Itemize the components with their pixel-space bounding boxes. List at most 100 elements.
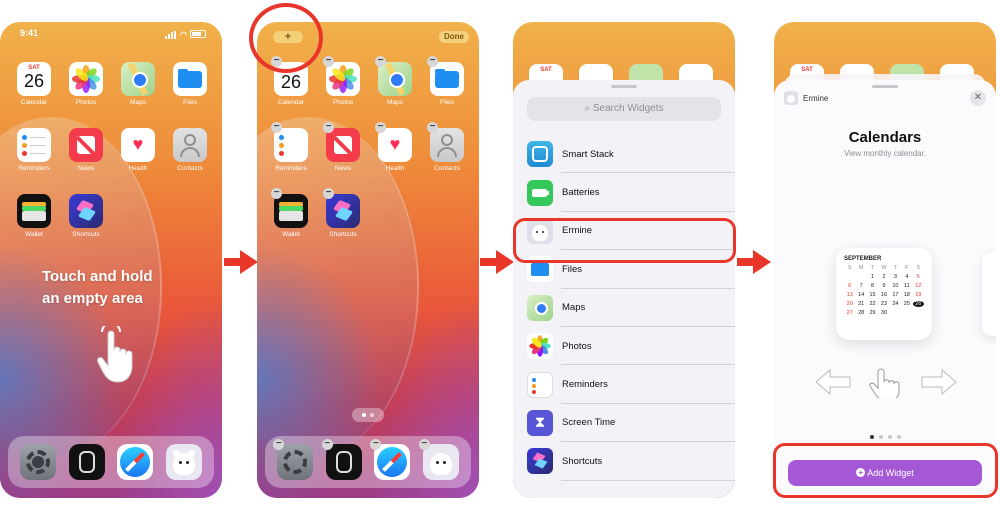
app-health[interactable]: − ♥ Health [375,122,415,172]
remove-icon[interactable]: − [271,188,282,199]
app-name: Ermine [803,93,829,103]
app-label: Health [385,165,405,172]
health-icon: ♥ [378,128,412,162]
remove-icon[interactable]: − [323,122,334,133]
calendar-date [890,310,901,316]
remove-icon[interactable]: − [418,439,430,450]
safari-icon[interactable] [117,444,154,480]
app-wallet[interactable]: Wallet [14,194,54,238]
calendar-date: 23 [880,301,888,307]
page-dot [869,435,874,439]
app-maps[interactable]: Maps [118,62,158,106]
search-widgets-input[interactable]: ⌕ Search Widgets [527,97,721,121]
app-maps[interactable]: − Maps [375,56,415,106]
battery-icon [190,30,206,38]
app-shortcuts[interactable]: Shortcuts [66,194,106,238]
app-reminders[interactable]: Reminders [14,128,54,172]
app-news[interactable]: − News [323,122,363,172]
photos-icon [527,333,553,360]
ermine-highlight-box [513,218,736,263]
calendar-date: 8 [871,283,875,289]
app-label: Wallet [25,231,43,238]
widget-label: Smart Stack [562,148,614,160]
app-photos[interactable]: Photos [66,62,106,106]
watch-icon[interactable]: − [321,439,362,480]
widget-row-screen-time[interactable]: ⧗ Screen Time [513,404,735,443]
app-news[interactable]: News [66,128,106,172]
calendar-date [901,310,912,316]
app-files[interactable]: − Files [427,56,467,106]
remove-icon[interactable]: − [323,56,334,67]
remove-icon[interactable]: − [321,439,333,450]
app-grid: SAT 26 Calendar Photos Maps Files Remind… [14,62,210,238]
app-label: Contacts [177,165,203,172]
remove-icon[interactable]: − [375,56,386,67]
wallet-icon [274,194,308,228]
app-photos[interactable]: − Photos [323,56,363,106]
app-grid: − 26 Calendar − Photos − Maps − Files − … [271,56,467,238]
sheet-grabber[interactable] [611,85,637,88]
widget-label: Maps [562,302,586,314]
page-dots[interactable] [352,408,384,422]
sheet-header: Ermine [784,91,828,105]
app-files[interactable]: Files [170,62,210,106]
watch-icon[interactable] [68,444,105,480]
widget-row-photos[interactable]: Photos [513,327,735,366]
app-label: Reminders [18,165,50,172]
app-label: Contacts [434,165,460,172]
settings-icon[interactable] [20,444,57,480]
widget-row-reminders[interactable]: Reminders [513,365,735,405]
app-wallet[interactable]: − Wallet [271,188,311,238]
app-label: Calendar [277,99,305,106]
safari-icon[interactable]: − [370,439,411,480]
widget-row-batteries[interactable]: Batteries [513,173,735,213]
close-button[interactable]: ✕ [970,90,986,106]
widget-row-maps[interactable]: Maps [513,289,735,328]
maps-icon [121,62,155,96]
app-reminders[interactable]: − Reminders [271,122,311,172]
weekday-label: S [916,265,921,271]
calendar-date: 17 [892,292,899,298]
remove-icon[interactable]: − [273,439,285,450]
remove-icon[interactable]: − [427,56,438,67]
calendar-widget-preview[interactable]: SEPTEMBER S M T W T F S 1 2 3 4 5 6 7 8 9 10 11 12 13 14 15 16… [836,248,932,340]
page-dot [362,413,366,417]
app-health[interactable]: ♥ Health [118,128,158,172]
sheet-grabber[interactable] [872,85,898,88]
page-dot [878,435,883,439]
widget-row-shortcuts[interactable]: Shortcuts [513,442,735,481]
remove-icon[interactable]: − [375,122,386,133]
widget-row-smart-stack[interactable]: Smart Stack [513,135,735,174]
widget-sheet: ⌕ Search Widgets Smart Stack Batteries E… [513,80,735,498]
calendar-date: 5 [916,274,920,280]
calendar-date: 7 [859,283,863,289]
widget-title: Calendars [848,129,922,146]
calendar-month: SEPTEMBER [844,256,882,262]
app-shortcuts[interactable]: − Shortcuts [323,188,363,238]
app-label: Wallet [282,231,300,238]
settings-icon[interactable]: − [273,439,314,480]
calendar-date: 16 [880,292,888,298]
app-contacts[interactable]: − Contacts [427,122,467,172]
wifi-icon: ◠ [180,29,187,39]
maps-icon [527,294,553,321]
page-indicator[interactable] [774,435,996,439]
news-icon [326,128,360,162]
status-time: 9:41 [20,28,39,38]
remove-icon[interactable]: − [370,439,382,450]
weekday-label: T [893,265,898,271]
calendar-date: 2 [882,274,886,280]
remove-icon[interactable]: − [323,188,334,199]
next-widget-preview[interactable] [982,252,996,336]
done-button[interactable]: Done [439,31,469,43]
ermine-icon[interactable] [165,444,202,480]
widget-label: Screen Time [562,417,616,429]
ermine-icon[interactable]: − [418,439,459,480]
weekday-label: M [858,265,864,271]
remove-icon[interactable]: − [271,56,282,67]
calendar-date: 9 [882,283,886,289]
remove-icon[interactable]: − [271,122,282,133]
app-contacts[interactable]: Contacts [170,128,210,172]
app-calendar[interactable]: SAT 26 Calendar [14,62,54,106]
remove-icon[interactable]: − [427,122,438,133]
